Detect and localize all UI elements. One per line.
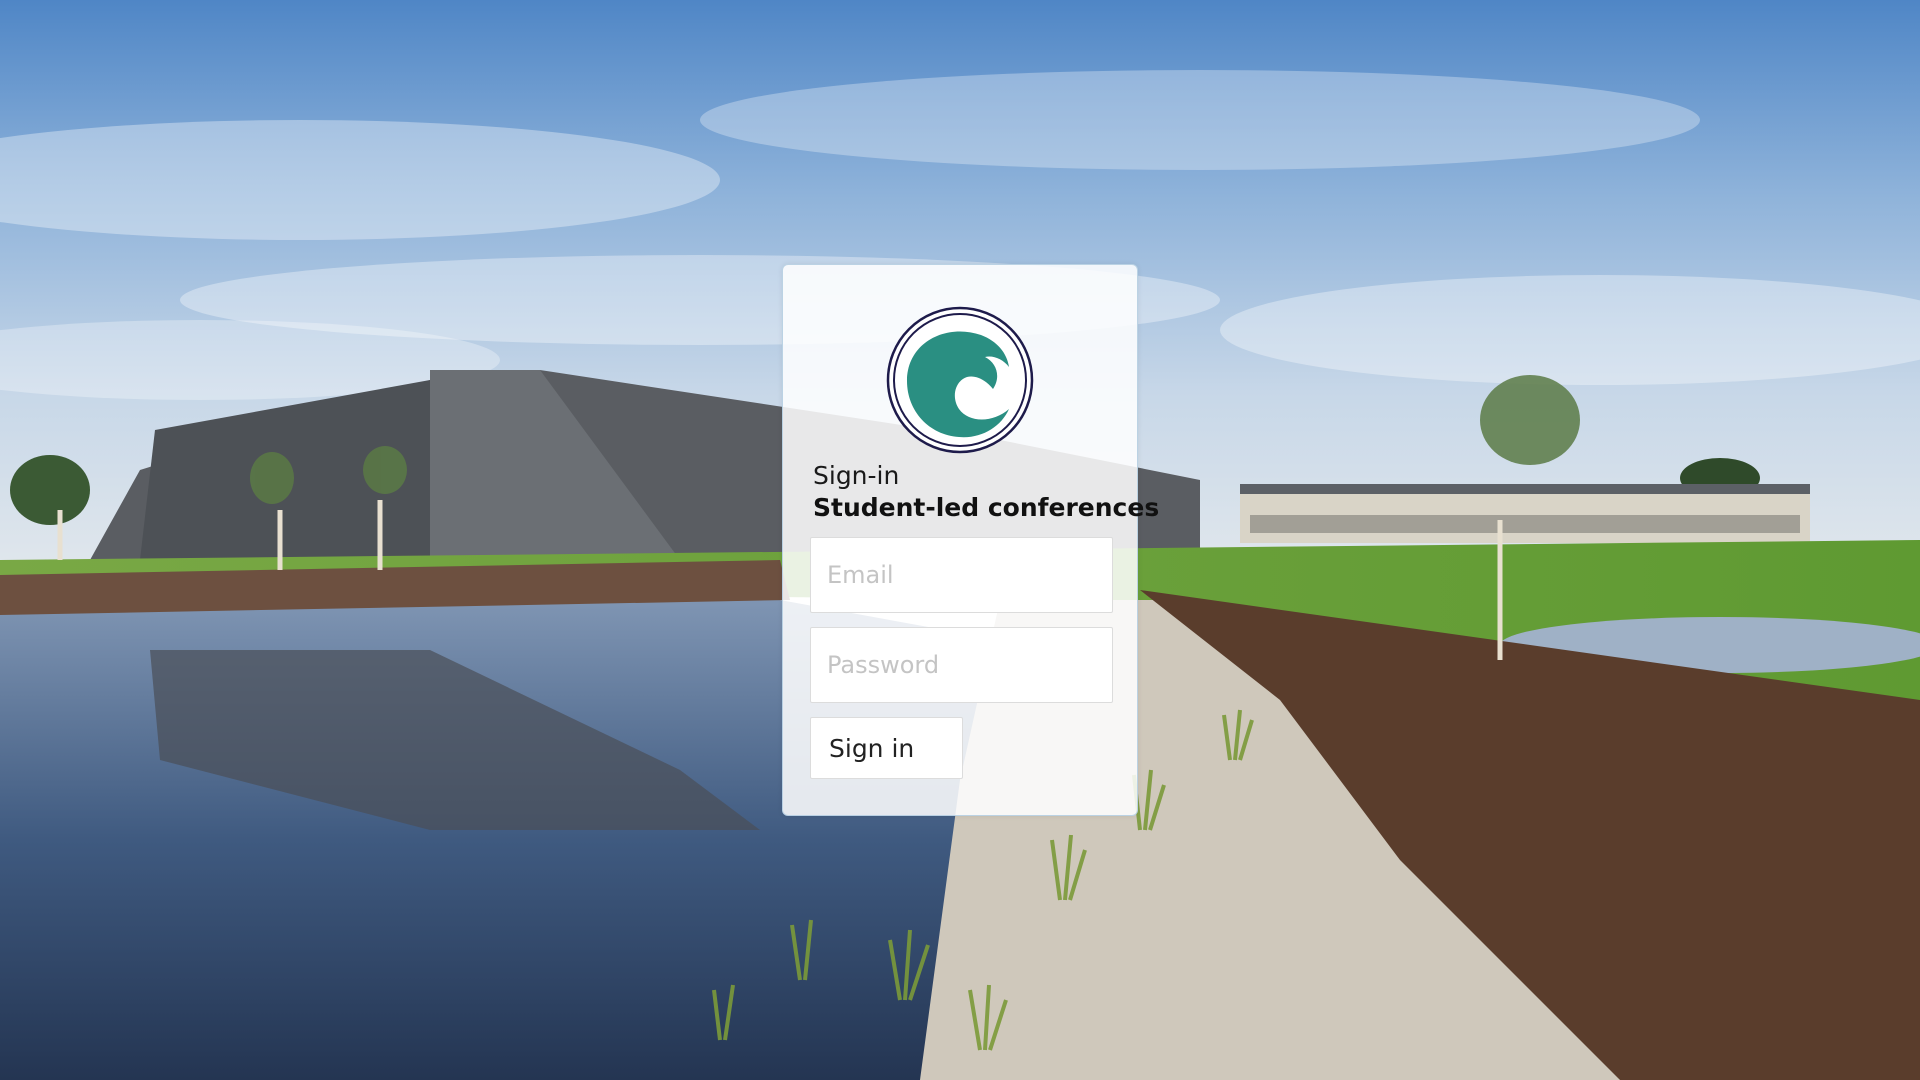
signin-subtitle: Sign-in <box>813 461 900 490</box>
email-field[interactable] <box>810 537 1113 613</box>
login-card: Sign-in Student-led conferences Sign in <box>782 264 1159 816</box>
sign-in-button[interactable]: Sign in <box>810 717 963 779</box>
app-title: Student-led conferences <box>813 493 1160 522</box>
wave-logo-icon <box>885 305 1035 455</box>
password-field[interactable] <box>810 627 1113 703</box>
